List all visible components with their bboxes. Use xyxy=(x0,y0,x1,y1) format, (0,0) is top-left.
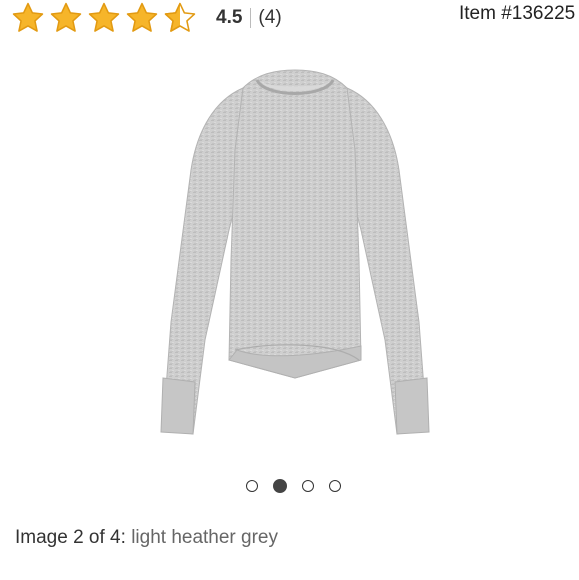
star-full-icon xyxy=(88,2,120,32)
star-full-icon xyxy=(126,2,158,32)
image-carousel-dots xyxy=(246,479,341,493)
star-rating xyxy=(10,1,198,35)
review-count-link[interactable]: (4) xyxy=(258,7,281,29)
long-sleeve-sweatshirt-image[interactable] xyxy=(145,60,445,460)
star-full-icon xyxy=(12,2,44,32)
product-detail-page: 4.5 (4) Item #136225 Image 2 of 4: light… xyxy=(0,0,579,580)
color-name: light heather grey xyxy=(131,527,279,548)
rating-value: 4.5 xyxy=(216,7,243,28)
rating-divider xyxy=(250,8,252,28)
rating-row[interactable]: 4.5 (4) xyxy=(0,0,282,36)
carousel-dot-1[interactable] xyxy=(246,480,258,492)
image-caption: Image 2 of 4: light heather grey xyxy=(15,527,278,549)
image-position-label: Image 2 of 4: xyxy=(15,527,132,548)
star-half-icon xyxy=(164,2,196,32)
item-number: Item #136225 xyxy=(459,3,576,24)
carousel-dot-4[interactable] xyxy=(329,480,341,492)
carousel-dot-3[interactable] xyxy=(302,480,314,492)
carousel-dot-2-active[interactable] xyxy=(273,479,287,493)
star-full-icon xyxy=(50,2,82,32)
